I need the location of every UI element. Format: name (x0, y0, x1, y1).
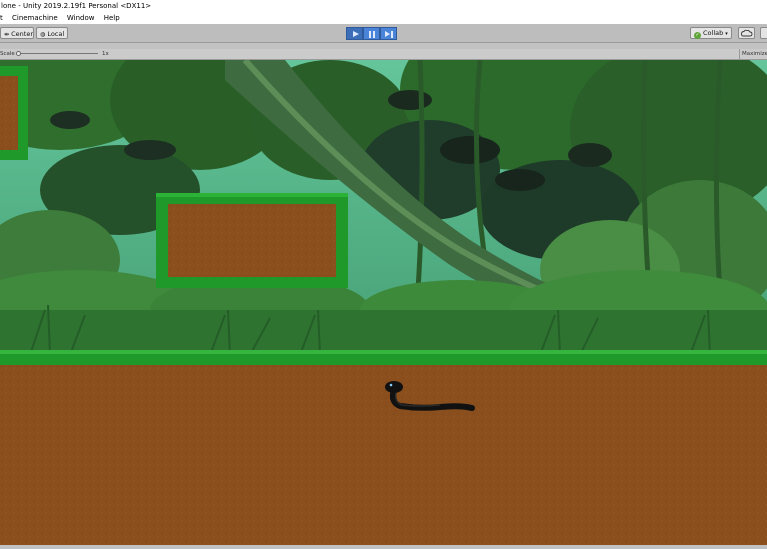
pivot-mode-button[interactable]: ⇹ Center (0, 27, 34, 39)
play-button[interactable] (346, 27, 363, 40)
window-title: lone - Unity 2019.2.19f1 Personal <DX11> (1, 2, 152, 10)
cloud-icon (741, 29, 753, 37)
platform-floating (156, 193, 348, 288)
scale-slider-handle[interactable] (16, 51, 21, 56)
dropdown-arrow-icon: ▾ (725, 31, 728, 37)
menu-item-window[interactable]: Window (67, 14, 95, 22)
step-icon (385, 31, 393, 38)
pivot-rotation-button[interactable]: ◍ Local (36, 27, 68, 39)
game-view-viewport[interactable] (0, 10, 767, 545)
pivot-rotation-label: Local (47, 30, 65, 38)
play-icon (353, 31, 359, 37)
pivot-icon: ⇹ (4, 31, 10, 38)
maximize-on-play-button[interactable]: Maximize (739, 49, 767, 59)
collab-button[interactable]: ✓ Collab ▾ (690, 27, 732, 39)
check-icon: ✓ (694, 32, 701, 39)
pause-icon (369, 31, 375, 38)
menu-item-component[interactable]: t (0, 14, 3, 22)
globe-icon: ◍ (40, 31, 46, 38)
menu-item-cinemachine[interactable]: Cinemachine (12, 14, 58, 22)
platform-left (0, 66, 28, 160)
collab-label: Collab (703, 29, 724, 37)
account-button[interactable] (760, 27, 767, 39)
scale-slider-track[interactable] (18, 53, 98, 54)
menu-item-help[interactable]: Help (104, 14, 120, 22)
pause-button[interactable] (363, 27, 380, 40)
editor-toolbar: ⇹ Center ◍ Local ✓ Collab ▾ (0, 24, 767, 43)
play-controls (346, 27, 397, 40)
pivot-mode-label: Center (11, 30, 33, 38)
cloud-button[interactable] (738, 27, 755, 39)
jungle-scene (0, 10, 767, 545)
scale-label: Scale (0, 51, 15, 57)
game-view-toolbar: Scale 1x Maximize (0, 49, 767, 60)
menu-bar: t Cinemachine Window Help (0, 12, 767, 24)
step-button[interactable] (380, 27, 397, 40)
window-titlebar: lone - Unity 2019.2.19f1 Personal <DX11> (0, 0, 767, 12)
scale-value: 1x (102, 51, 109, 57)
snake-player-sprite (385, 381, 475, 411)
